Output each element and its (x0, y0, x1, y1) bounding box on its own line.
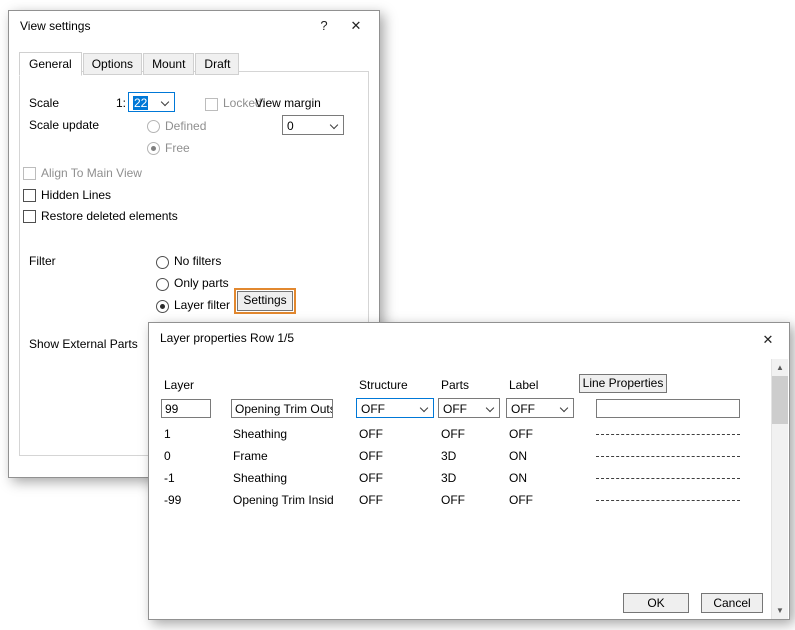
cell-name: Frame (233, 449, 268, 463)
close-icon[interactable]: ✕ (345, 16, 367, 35)
chevron-down-icon (330, 121, 338, 129)
column-header-parts: Parts (441, 378, 469, 392)
cell-structure: OFF (359, 427, 383, 441)
scrollbar-thumb[interactable] (772, 376, 788, 424)
cell-parts: 3D (441, 471, 456, 485)
scroll-down-icon[interactable]: ▼ (772, 602, 788, 619)
align-to-main-view-checkbox[interactable] (23, 167, 36, 180)
scale-combobox-value: 22 (133, 96, 148, 110)
ok-button[interactable]: OK (623, 593, 689, 613)
label-dropdown[interactable]: OFF (506, 398, 574, 418)
layer-name-input[interactable]: Opening Trim Outs (231, 399, 333, 418)
scale-combobox[interactable]: 22 (128, 92, 175, 112)
view-margin-label: View margin (255, 96, 321, 110)
free-radio[interactable] (147, 142, 160, 155)
cell-label: OFF (509, 427, 533, 441)
filter-label: Filter (29, 254, 56, 268)
cell-parts: OFF (441, 493, 465, 507)
cell-structure: OFF (359, 493, 383, 507)
line-style-dashed (596, 500, 740, 501)
chevron-down-icon (161, 98, 169, 106)
cell-name: Sheathing (233, 427, 287, 441)
layer-row[interactable]: 1 Sheathing OFF OFF OFF (150, 423, 770, 445)
cell-layer: -99 (164, 493, 181, 507)
line-style-dashed (596, 456, 740, 457)
layer-number-input[interactable]: 99 (161, 399, 211, 418)
cell-name: Sheathing (233, 471, 287, 485)
cell-layer: 0 (164, 449, 171, 463)
close-icon[interactable]: ✕ (757, 330, 779, 349)
column-header-label: Label (509, 378, 538, 392)
scale-label: Scale (29, 96, 59, 110)
view-margin-combobox-value: 0 (287, 119, 294, 133)
desktop-background: View settings ? ✕ General Options Mount … (0, 0, 795, 630)
free-radio-label[interactable]: Free (165, 141, 190, 155)
chevron-down-icon (560, 404, 568, 412)
layer-filter-label[interactable]: Layer filter (174, 298, 230, 312)
help-icon[interactable]: ? (313, 16, 335, 35)
view-settings-titlebar[interactable]: View settings ? ✕ (9, 11, 379, 41)
vertical-scrollbar[interactable]: ▲ ▼ (771, 359, 788, 619)
filter-settings-button[interactable]: Settings (237, 291, 293, 311)
scale-update-label: Scale update (29, 118, 99, 132)
view-margin-combobox[interactable]: 0 (282, 115, 344, 135)
cell-structure: OFF (359, 471, 383, 485)
cancel-button[interactable]: Cancel (701, 593, 763, 613)
layer-properties-titlebar[interactable]: Layer properties Row 1/5 ✕ (149, 323, 789, 353)
only-parts-label[interactable]: Only parts (174, 276, 229, 290)
cell-parts: 3D (441, 449, 456, 463)
structure-dropdown[interactable]: OFF (356, 398, 434, 418)
restore-deleted-checkbox[interactable] (23, 210, 36, 223)
cell-label: ON (509, 449, 527, 463)
align-to-main-view-label[interactable]: Align To Main View (41, 166, 142, 180)
tab-options[interactable]: Options (83, 53, 142, 75)
layer-properties-title: Layer properties Row 1/5 (160, 331, 294, 345)
chevron-down-icon (486, 404, 494, 412)
locked-checkbox[interactable] (205, 98, 218, 111)
layer-filter-radio[interactable] (156, 300, 169, 313)
structure-dropdown-value: OFF (361, 402, 385, 416)
defined-radio-label[interactable]: Defined (165, 119, 206, 133)
label-dropdown-value: OFF (511, 402, 535, 416)
line-properties-input[interactable] (596, 399, 740, 418)
scroll-up-icon[interactable]: ▲ (772, 359, 788, 376)
layer-properties-dialog: Layer properties Row 1/5 ✕ Layer Structu… (148, 322, 790, 620)
line-style-dashed (596, 434, 740, 435)
view-settings-tab-bar: General Options Mount Draft (19, 52, 240, 75)
cell-label: ON (509, 471, 527, 485)
restore-deleted-label[interactable]: Restore deleted elements (41, 209, 178, 223)
layer-row[interactable]: 0 Frame OFF 3D ON (150, 445, 770, 467)
cell-name: Opening Trim Insid (233, 493, 334, 507)
hidden-lines-label[interactable]: Hidden Lines (41, 188, 111, 202)
no-filters-radio[interactable] (156, 256, 169, 269)
hidden-lines-checkbox[interactable] (23, 189, 36, 202)
only-parts-radio[interactable] (156, 278, 169, 291)
layer-row[interactable]: -1 Sheathing OFF 3D ON (150, 467, 770, 489)
show-external-parts-label: Show External Parts (29, 337, 138, 351)
parts-dropdown-value: OFF (443, 402, 467, 416)
tab-draft[interactable]: Draft (195, 53, 239, 75)
column-header-layer: Layer (164, 378, 194, 392)
line-style-dashed (596, 478, 740, 479)
no-filters-label[interactable]: No filters (174, 254, 221, 268)
cell-parts: OFF (441, 427, 465, 441)
defined-radio[interactable] (147, 120, 160, 133)
layer-row[interactable]: -99 Opening Trim Insid OFF OFF OFF (150, 489, 770, 511)
cell-layer: 1 (164, 427, 171, 441)
scale-ratio-prefix: 1: (116, 96, 126, 110)
line-properties-button[interactable]: Line Properties (579, 374, 667, 393)
column-header-structure: Structure (359, 378, 408, 392)
cell-label: OFF (509, 493, 533, 507)
view-settings-title: View settings (20, 19, 90, 33)
chevron-down-icon (420, 404, 428, 412)
tab-mount[interactable]: Mount (143, 53, 194, 75)
cell-structure: OFF (359, 449, 383, 463)
parts-dropdown[interactable]: OFF (438, 398, 500, 418)
tab-general[interactable]: General (19, 52, 82, 76)
cell-layer: -1 (164, 471, 175, 485)
